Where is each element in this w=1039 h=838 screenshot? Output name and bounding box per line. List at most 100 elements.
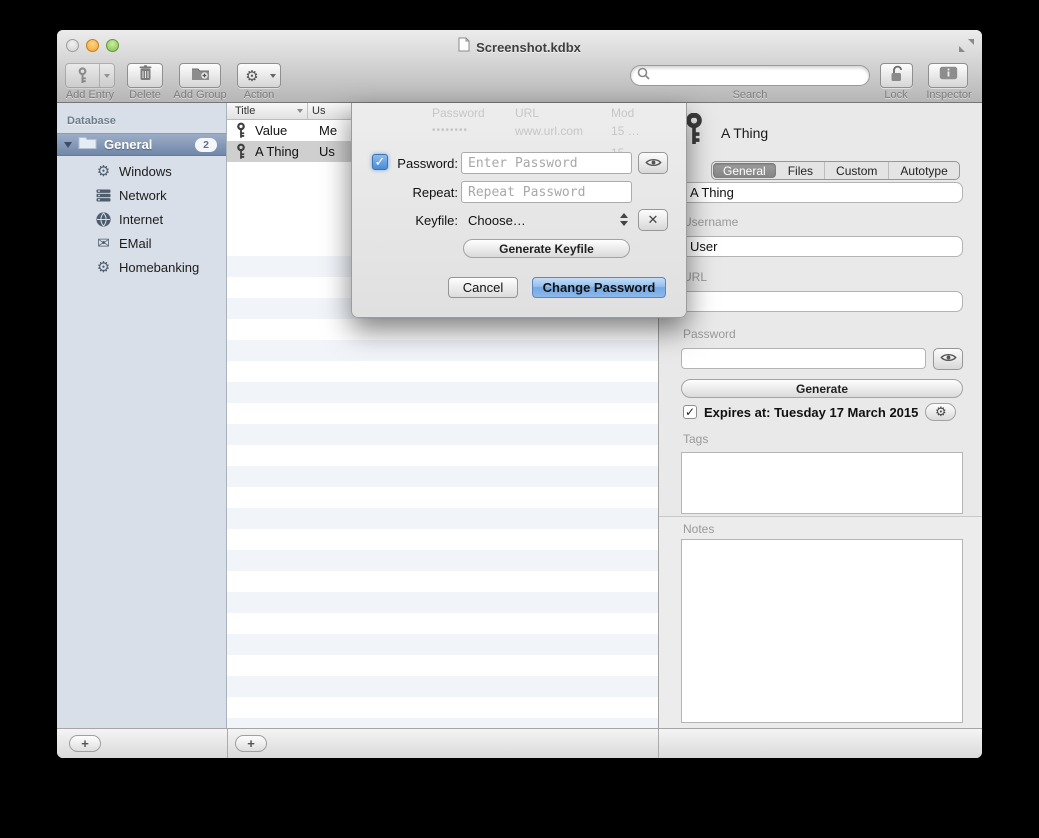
password-label: Password bbox=[683, 327, 736, 341]
tab-general[interactable]: General bbox=[713, 163, 776, 178]
popup-stepper-icon[interactable] bbox=[620, 213, 628, 226]
globe-icon bbox=[95, 212, 112, 227]
keyfile-popup[interactable]: Choose… bbox=[468, 213, 526, 228]
lock-button[interactable] bbox=[880, 63, 913, 88]
desktop-background: Screenshot.kdbx Add Entry Delete bbox=[0, 0, 1039, 838]
search-input[interactable] bbox=[630, 65, 870, 86]
repeat-password-input[interactable] bbox=[461, 181, 632, 203]
username-label: Username bbox=[683, 215, 738, 229]
tags-label: Tags bbox=[683, 432, 708, 446]
generate-label: Generate bbox=[796, 382, 848, 396]
lock-label: Lock bbox=[865, 89, 927, 101]
eye-icon bbox=[645, 156, 662, 171]
document-icon bbox=[458, 37, 470, 57]
expires-row: ✓ Expires at: Tuesday 17 March 2015 ⚙ bbox=[683, 403, 956, 421]
fullscreen-icon[interactable] bbox=[958, 38, 975, 53]
cancel-button[interactable]: Cancel bbox=[448, 277, 518, 298]
gear-icon: ⚙ bbox=[95, 164, 112, 179]
sidebar-item-email[interactable]: ✉ EMail bbox=[57, 231, 226, 255]
folder-icon bbox=[78, 135, 97, 154]
key-icon bbox=[227, 122, 255, 139]
gear-icon: ⚙ bbox=[238, 67, 266, 85]
add-entry-footer-button[interactable]: + bbox=[235, 735, 267, 752]
url-field[interactable] bbox=[681, 291, 963, 312]
app-window: Screenshot.kdbx Add Entry Delete bbox=[57, 30, 982, 758]
search-icon bbox=[637, 67, 650, 85]
sidebar-item-internet[interactable]: Internet bbox=[57, 207, 226, 231]
add-group-footer-button[interactable]: + bbox=[69, 735, 101, 752]
generate-keyfile-label: Generate Keyfile bbox=[499, 242, 594, 256]
folder-plus-icon bbox=[191, 66, 210, 86]
add-entry-button[interactable] bbox=[65, 63, 115, 88]
expires-checkbox[interactable]: ✓ bbox=[683, 405, 697, 419]
sort-indicator-icon bbox=[297, 109, 303, 113]
notes-label: Notes bbox=[683, 522, 714, 536]
column-header-username[interactable]: Us bbox=[308, 105, 325, 117]
change-password-sheet: Password URL Mod •••••••• www.url.com 15… bbox=[351, 103, 687, 318]
username-field[interactable] bbox=[681, 236, 963, 257]
gear-icon: ⚙ bbox=[935, 405, 947, 420]
sidebar-item-label: EMail bbox=[119, 236, 152, 251]
action-button[interactable]: ⚙ bbox=[237, 63, 281, 88]
tab-custom[interactable]: Custom bbox=[825, 162, 889, 179]
expires-label: Expires at: Tuesday 17 March 2015 bbox=[704, 405, 918, 420]
ghost-column-url: URL bbox=[515, 106, 539, 120]
expires-settings-button[interactable]: ⚙ bbox=[925, 403, 956, 421]
ghost-password-dots: •••••••• bbox=[432, 125, 468, 136]
notes-textarea[interactable] bbox=[681, 539, 963, 723]
reveal-password-button[interactable] bbox=[638, 152, 668, 174]
group-sidebar: Database General 2 ⚙ Windows bbox=[57, 103, 227, 728]
sheet-password-label: Password: bbox=[352, 156, 458, 171]
server-icon bbox=[95, 189, 112, 202]
disclosure-triangle-icon[interactable] bbox=[64, 142, 72, 148]
close-icon: ✕ bbox=[648, 213, 659, 228]
clear-keyfile-button[interactable]: ✕ bbox=[638, 209, 668, 231]
key-icon bbox=[684, 113, 704, 149]
password-field[interactable] bbox=[681, 348, 926, 369]
tab-autotype[interactable]: Autotype bbox=[889, 162, 958, 179]
ghost-column-password: Password bbox=[432, 106, 485, 120]
sidebar-item-windows[interactable]: ⚙ Windows bbox=[57, 159, 226, 183]
sidebar-item-homebanking[interactable]: ⚙ Homebanking bbox=[57, 255, 226, 279]
column-header-title[interactable]: Title bbox=[235, 105, 255, 117]
change-password-button[interactable]: Change Password bbox=[532, 277, 666, 298]
entry-title: A Thing bbox=[255, 144, 315, 159]
inspector-panel: A Thing General Files Custom Autotype Us… bbox=[658, 103, 982, 728]
ghost-column-modified: Mod bbox=[611, 106, 634, 120]
trash-icon bbox=[139, 65, 152, 86]
chevron-down-icon bbox=[100, 74, 114, 78]
add-group-button[interactable] bbox=[179, 63, 221, 88]
info-icon bbox=[939, 66, 958, 85]
bottom-bar: + + bbox=[57, 728, 982, 758]
sidebar-item-label: Internet bbox=[119, 212, 163, 227]
entry-username: Me bbox=[315, 123, 337, 138]
generate-password-button[interactable]: Generate bbox=[681, 379, 963, 398]
window-chrome: Screenshot.kdbx Add Entry Delete bbox=[57, 30, 982, 103]
add-group-label: Add Group bbox=[169, 89, 231, 101]
sidebar-group-label: General bbox=[104, 137, 152, 152]
add-entry-label: Add Entry bbox=[61, 89, 119, 101]
delete-label: Delete bbox=[123, 89, 167, 101]
generate-keyfile-button[interactable]: Generate Keyfile bbox=[463, 239, 630, 258]
entry-username: Us bbox=[315, 144, 335, 159]
mail-icon: ✉ bbox=[95, 236, 112, 251]
sidebar-item-label: Windows bbox=[119, 164, 172, 179]
inspector-label: Inspector bbox=[919, 89, 979, 101]
delete-button[interactable] bbox=[127, 63, 163, 88]
chevron-down-icon bbox=[266, 74, 280, 78]
sheet-repeat-label: Repeat: bbox=[352, 185, 458, 200]
title-field[interactable] bbox=[681, 182, 963, 203]
sidebar-item-label: Network bbox=[119, 188, 167, 203]
action-label: Action bbox=[237, 89, 281, 101]
tab-files[interactable]: Files bbox=[777, 162, 825, 179]
eye-icon bbox=[940, 352, 957, 366]
show-password-button[interactable] bbox=[933, 348, 963, 370]
inspector-entry-title: A Thing bbox=[721, 125, 768, 141]
tags-textarea[interactable] bbox=[681, 452, 963, 514]
inspector-button[interactable] bbox=[928, 63, 968, 88]
window-title: Screenshot.kdbx bbox=[476, 40, 581, 55]
new-password-input[interactable] bbox=[461, 152, 632, 174]
sidebar-item-network[interactable]: Network bbox=[57, 183, 226, 207]
sidebar-group-general[interactable]: General 2 bbox=[57, 133, 226, 156]
key-icon bbox=[227, 143, 255, 160]
